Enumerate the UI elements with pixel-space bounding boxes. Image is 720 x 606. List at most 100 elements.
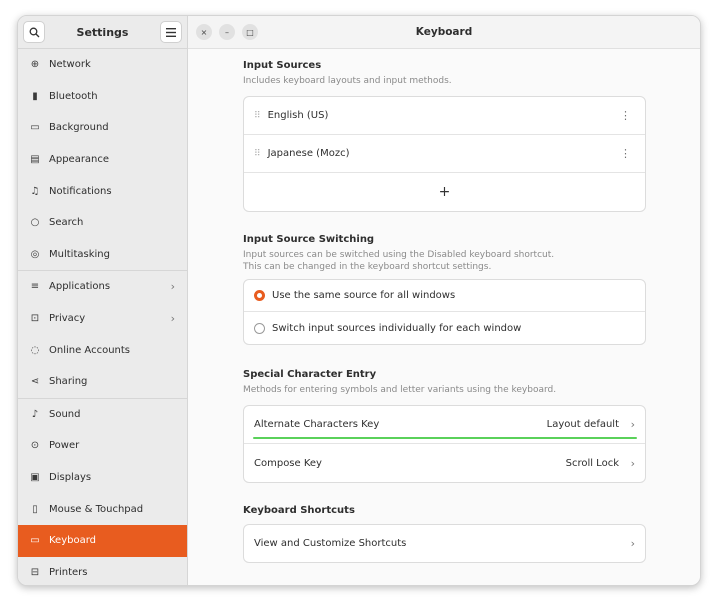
special-chars-section: Special Character Entry Methods for ente… <box>243 369 646 483</box>
sidebar-item-privacy[interactable]: ⊡ Privacy › <box>18 303 187 335</box>
compose-key-label: Compose Key <box>254 457 322 469</box>
add-input-source-button[interactable]: + <box>244 173 645 211</box>
sidebar-item-label: Network <box>49 59 91 71</box>
sidebar-item-network[interactable]: ⊕ Network <box>18 49 187 81</box>
shortcuts-section: Keyboard Shortcuts View and Customize Sh… <box>243 505 646 563</box>
search-button[interactable] <box>23 21 45 43</box>
sidebar-item-sharing[interactable]: ⋖ Sharing <box>18 366 187 398</box>
switching-card: Use the same source for all windows Swit… <box>243 279 646 345</box>
sidebar-item-displays[interactable]: ▣ Displays <box>18 462 187 494</box>
printer-icon: ⊟ <box>30 566 40 578</box>
mouse-icon: ▯ <box>32 503 38 515</box>
input-source-row[interactable]: ⠿ English (US) ⋮ <box>244 97 645 135</box>
menu-button[interactable] <box>160 21 182 43</box>
sidebar-item-label: Online Accounts <box>49 344 131 356</box>
appearance-icon: ▤ <box>30 154 40 166</box>
lock-icon: ⊡ <box>30 313 40 325</box>
sidebar-list: ⊕ Network ▮ Bluetooth ▭ Background ▤ Appearance… <box>18 49 187 586</box>
search-icon <box>29 27 39 37</box>
sidebar: Settings ⊕ Network ▮ Bluetooth ▭ Background ▤ A… <box>18 16 188 585</box>
radio-button[interactable] <box>254 322 265 334</box>
alternate-characters-label: Alternate Characters Key <box>254 419 380 430</box>
more-options-icon[interactable]: ⋮ <box>620 109 631 122</box>
sidebar-item-appearance[interactable]: ▤ Appearance <box>18 144 187 176</box>
sidebar-item-power[interactable]: ⊙ Power <box>18 430 187 462</box>
input-source-label: English (US) <box>267 110 329 121</box>
display-icon: ▣ <box>30 472 40 484</box>
sidebar-item-label: Privacy <box>49 313 86 325</box>
background-icon: ▭ <box>30 122 40 134</box>
keyboard-icon: ▭ <box>30 535 40 547</box>
radio-option-per-window[interactable]: Switch input sources individually for ea… <box>244 312 645 344</box>
search-icon: ○ <box>30 217 40 229</box>
window-controls: × – □ <box>196 24 258 40</box>
sidebar-item-label: Printers <box>49 566 88 578</box>
switching-subtitle-line2: This can be changed in the keyboard shor… <box>243 262 492 272</box>
minimize-icon: – <box>225 27 229 37</box>
sidebar-item-mouse-touchpad[interactable]: ▯ Mouse & Touchpad <box>18 493 187 525</box>
sidebar-item-label: Multitasking <box>49 248 110 260</box>
close-icon: × <box>200 27 208 37</box>
share-icon: ⋖ <box>30 376 40 388</box>
chevron-right-icon: › <box>170 312 175 326</box>
chevron-right-icon: › <box>630 537 635 550</box>
content-header: × – □ Keyboard <box>188 16 700 49</box>
sidebar-item-notifications[interactable]: ♫ Notifications <box>18 175 187 207</box>
input-sources-subtitle: Includes keyboard layouts and input meth… <box>243 76 452 86</box>
chevron-right-icon: › <box>630 418 635 431</box>
minimize-button[interactable]: – <box>219 24 235 40</box>
switching-title: Input Source Switching <box>243 234 375 245</box>
input-source-row[interactable]: ⠿ Japanese (Mozc) ⋮ <box>244 135 645 173</box>
switching-subtitle-line1: Input sources can be switched using the … <box>243 250 555 260</box>
network-icon: ⊕ <box>30 59 40 71</box>
sidebar-item-sound[interactable]: ♪ Sound <box>18 399 187 431</box>
input-sources-title: Input Sources <box>243 60 322 71</box>
sidebar-title: Settings <box>76 25 129 39</box>
maximize-button[interactable]: □ <box>242 24 258 40</box>
drag-handle-icon[interactable]: ⠿ <box>254 111 261 121</box>
sidebar-item-label: Bluetooth <box>49 90 98 102</box>
sidebar-item-search[interactable]: ○ Search <box>18 207 187 239</box>
sidebar-item-printers[interactable]: ⊟ Printers <box>18 557 187 586</box>
sidebar-header: Settings <box>18 16 187 49</box>
sidebar-item-online-accounts[interactable]: ◌ Online Accounts <box>18 334 187 366</box>
sidebar-item-label: Displays <box>49 472 92 484</box>
sidebar-item-label: Sharing <box>49 376 88 388</box>
chevron-right-icon: › <box>170 280 175 294</box>
radio-button[interactable] <box>254 290 265 301</box>
radio-label: Use the same source for all windows <box>272 290 456 301</box>
page-title: Keyboard <box>415 26 473 38</box>
radio-label: Switch input sources individually for ea… <box>272 322 522 334</box>
music-note-icon: ♪ <box>31 408 39 420</box>
sidebar-item-label: Background <box>49 122 109 134</box>
input-source-label: Japanese (Mozc) <box>267 148 350 159</box>
sidebar-item-label: Mouse & Touchpad <box>49 503 144 515</box>
sidebar-item-multitasking[interactable]: ◎ Multitasking <box>18 239 187 271</box>
input-sources-card: ⠿ English (US) ⋮ ⠿ Japanese (Mozc) ⋮ + <box>243 96 646 212</box>
sidebar-item-applications[interactable]: ≡ Applications › <box>18 271 187 303</box>
radio-option-same-source[interactable]: Use the same source for all windows <box>244 280 645 312</box>
shortcuts-card: View and Customize Shortcuts › <box>243 524 646 563</box>
power-icon: ⊙ <box>30 440 40 452</box>
alternate-characters-value: Layout default <box>546 419 619 430</box>
sidebar-item-label: Sound <box>49 408 81 420</box>
applications-icon: ≡ <box>30 281 40 293</box>
special-chars-subtitle: Methods for entering symbols and letter … <box>243 385 557 395</box>
sidebar-item-label: Applications <box>49 281 111 293</box>
sidebar-item-label: Notifications <box>49 185 112 197</box>
more-options-icon[interactable]: ⋮ <box>620 147 631 160</box>
shortcuts-title: Keyboard Shortcuts <box>243 505 355 516</box>
compose-key-value: Scroll Lock <box>565 457 619 469</box>
sidebar-item-bluetooth[interactable]: ▮ Bluetooth <box>18 81 187 113</box>
bell-icon: ♫ <box>30 185 40 197</box>
sidebar-item-label: Power <box>49 440 80 452</box>
drag-handle-icon[interactable]: ⠿ <box>254 149 261 159</box>
sidebar-item-background[interactable]: ▭ Background <box>18 112 187 144</box>
plus-icon: + <box>438 184 451 200</box>
compose-key-row[interactable]: Compose Key Scroll Lock › <box>244 444 645 482</box>
close-button[interactable]: × <box>196 24 212 40</box>
sidebar-item-keyboard[interactable]: ▭ Keyboard <box>18 524 187 557</box>
view-customize-shortcuts-row[interactable]: View and Customize Shortcuts › <box>244 525 645 562</box>
alternate-characters-key-row[interactable]: Alternate Characters Key Layout default … <box>244 406 645 444</box>
switching-section: Input Source Switching Input sources can… <box>243 234 646 345</box>
